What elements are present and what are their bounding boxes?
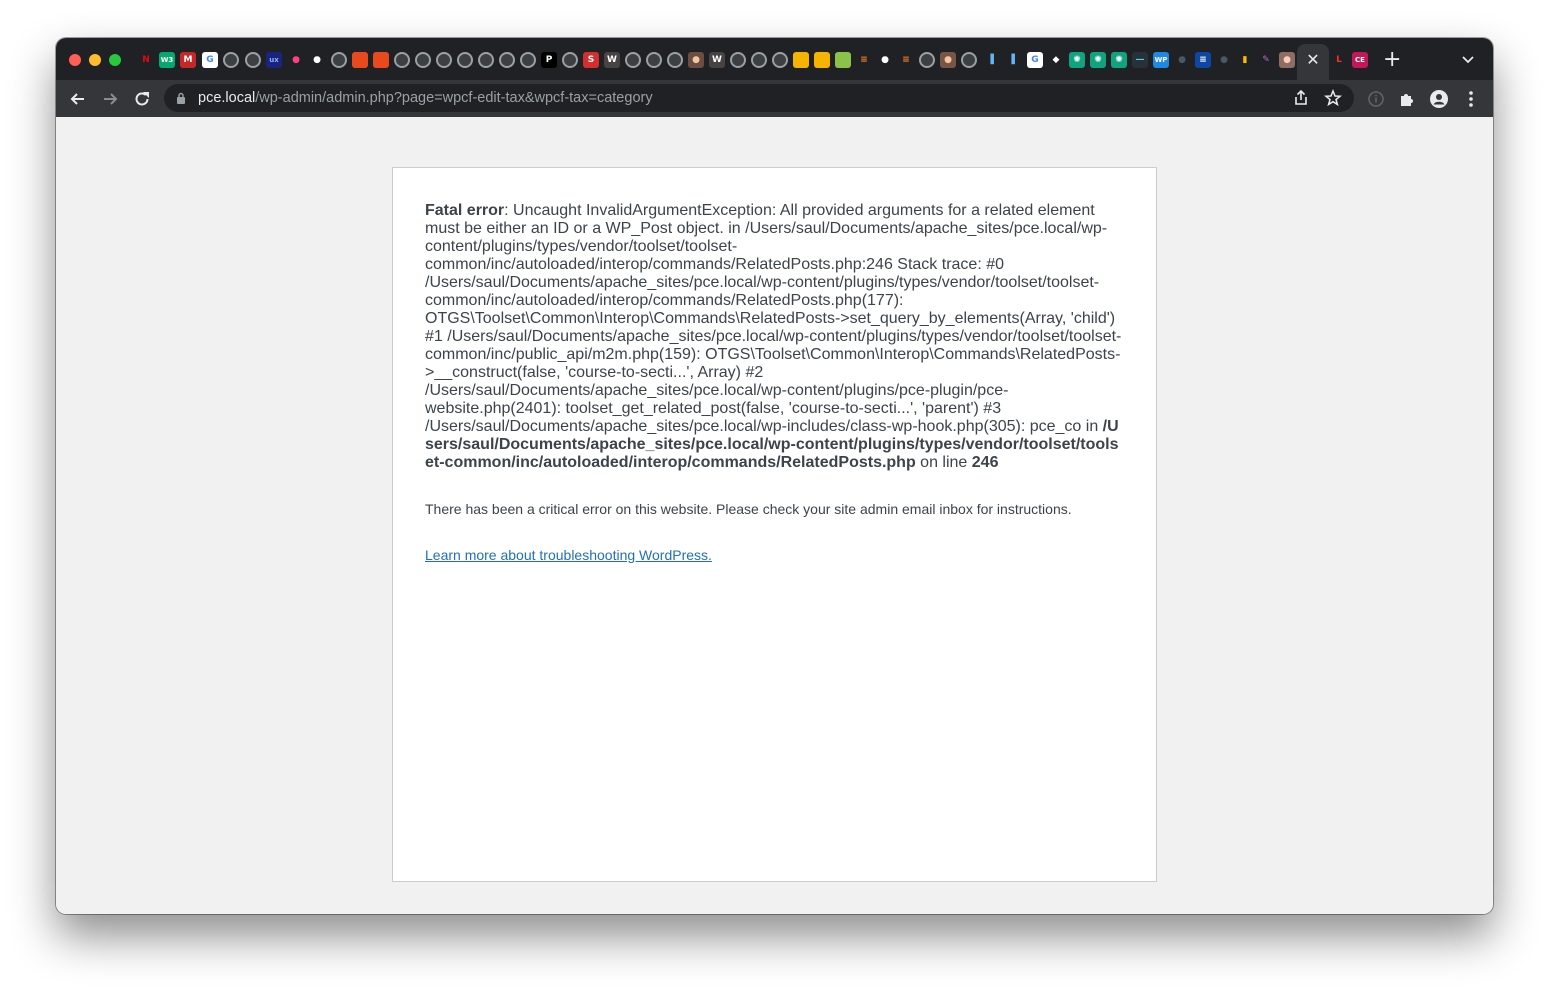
new-tab-button[interactable]: +	[1383, 49, 1401, 71]
bookmark-favicon[interactable]	[373, 52, 389, 68]
ce-favicon[interactable]: CE	[1352, 52, 1368, 68]
url-path: /wp-admin/admin.php?page=wpcf-edit-tax&w…	[255, 90, 653, 106]
address-bar[interactable]: pce.local/wp-admin/admin.php?page=wpcf-e…	[164, 84, 1354, 112]
pen-favicon[interactable]: ✎	[1258, 52, 1274, 68]
ux-favicon[interactable]: ux	[266, 52, 282, 68]
avatar-favicon[interactable]: ●	[688, 52, 704, 68]
p-favicon[interactable]: P	[541, 52, 557, 68]
google-favicon[interactable]: G	[1027, 52, 1043, 68]
dark-favicon[interactable]: ●	[1174, 52, 1190, 68]
tool-favicon[interactable]: —	[1132, 52, 1148, 68]
globe-favicon[interactable]	[646, 52, 662, 68]
globe-favicon[interactable]	[919, 52, 935, 68]
globe-favicon[interactable]	[223, 52, 239, 68]
stack-favicon[interactable]: ≡	[898, 52, 914, 68]
fatal-error-text: Fatal error: Uncaught InvalidArgumentExc…	[425, 202, 1127, 472]
close-tab-icon[interactable]: ✕	[1305, 52, 1321, 68]
error-content: Fatal error: Uncaught InvalidArgumentExc…	[425, 202, 1127, 565]
wordpress-favicon[interactable]: W	[604, 52, 620, 68]
globe-favicon[interactable]	[667, 52, 683, 68]
colorwheel-favicon[interactable]: ●	[288, 52, 304, 68]
netflix-favicon[interactable]: N	[138, 52, 154, 68]
info-extension-icon[interactable]	[1366, 89, 1386, 109]
chart-favicon[interactable]: ▮	[1237, 52, 1253, 68]
s-favicon[interactable]: S	[583, 52, 599, 68]
photo-favicon[interactable]: ●	[1279, 52, 1295, 68]
share-icon[interactable]	[1292, 89, 1310, 107]
globe-favicon[interactable]	[961, 52, 977, 68]
globe-favicon[interactable]	[245, 52, 261, 68]
page-viewport: Fatal error: Uncaught InvalidArgumentExc…	[56, 117, 1493, 914]
profile-icon[interactable]	[1429, 89, 1449, 109]
slides-favicon[interactable]	[814, 52, 830, 68]
on-line-text: on line	[915, 454, 972, 471]
tab-search-icon[interactable]	[1461, 54, 1475, 66]
bookmark-star-icon[interactable]	[1324, 89, 1342, 107]
reload-icon[interactable]	[132, 89, 152, 109]
openai-favicon[interactable]: ✺	[1111, 52, 1127, 68]
learn-more-link[interactable]: Learn more about troubleshooting WordPre…	[425, 545, 712, 565]
browser-toolbar: pce.local/wp-admin/admin.php?page=wpcf-e…	[56, 80, 1493, 117]
globe-favicon[interactable]	[772, 52, 788, 68]
wordpress-favicon[interactable]: W	[709, 52, 725, 68]
globe-favicon[interactable]	[331, 52, 347, 68]
avatar-favicon[interactable]: ●	[940, 52, 956, 68]
globe-favicon[interactable]	[457, 52, 473, 68]
map-favicon[interactable]	[835, 52, 851, 68]
slides-favicon[interactable]	[793, 52, 809, 68]
diamond-favicon[interactable]: ◆	[1048, 52, 1064, 68]
browser-window: N W3 M Gux ● ● P S W ● W ≡ ● ≡ ● ▌ ▌ G ◆ ✺ ✺ ✺ — WP ● ≡ ● ▮ ✎ ● L CE ✕ …	[56, 38, 1493, 914]
back-icon[interactable]	[68, 89, 88, 109]
panel-favicon[interactable]: ▌	[986, 52, 1002, 68]
url-text[interactable]: pce.local/wp-admin/admin.php?page=wpcf-e…	[198, 84, 653, 112]
critical-error-message: There has been a critical error on this …	[425, 501, 1072, 517]
globe-favicon[interactable]	[478, 52, 494, 68]
github-favicon[interactable]: ●	[877, 52, 893, 68]
extensions-puzzle-icon[interactable]	[1397, 89, 1417, 109]
globe-favicon[interactable]	[436, 52, 452, 68]
m-favicon[interactable]: M	[180, 52, 196, 68]
fatal-error-line-number: 246	[971, 454, 999, 471]
forward-icon[interactable]	[100, 89, 120, 109]
bookmark-favicon[interactable]	[352, 52, 368, 68]
globe-favicon[interactable]	[751, 52, 767, 68]
globe-favicon[interactable]	[730, 52, 746, 68]
openai-favicon[interactable]: ✺	[1069, 52, 1085, 68]
globe-favicon[interactable]	[562, 52, 578, 68]
window-maximize-button[interactable]	[109, 54, 121, 66]
wp-favicon[interactable]: WP	[1153, 52, 1169, 68]
menu-kebab-icon[interactable]	[1461, 89, 1481, 109]
wp-die-message-box: Fatal error: Uncaught InvalidArgumentExc…	[392, 167, 1157, 882]
window-minimize-button[interactable]	[89, 54, 101, 66]
globe-favicon[interactable]	[499, 52, 515, 68]
globe-favicon[interactable]	[415, 52, 431, 68]
fatal-error-message: : Uncaught InvalidArgumentException: All…	[425, 202, 1122, 435]
w3schools-favicon[interactable]: W3	[159, 52, 175, 68]
globe-favicon[interactable]	[394, 52, 410, 68]
globe-favicon[interactable]	[625, 52, 641, 68]
panel-favicon[interactable]: ▌	[1007, 52, 1023, 68]
editor-favicon[interactable]: ≡	[1195, 52, 1211, 68]
laravel-favicon[interactable]: L	[1331, 52, 1347, 68]
tab-strip: N W3 M Gux ● ● P S W ● W ≡ ● ≡ ● ▌ ▌ G ◆ ✺ ✺ ✺ — WP ● ≡ ● ▮ ✎ ● L CE ✕ …	[56, 38, 1493, 80]
stack-favicon[interactable]: ≡	[856, 52, 872, 68]
url-host: pce.local	[198, 90, 256, 106]
google-favicon[interactable]: G	[202, 52, 218, 68]
openai-favicon[interactable]: ✺	[1090, 52, 1106, 68]
dark-favicon[interactable]: ●	[1216, 52, 1232, 68]
lock-icon[interactable]	[176, 92, 186, 104]
github-favicon[interactable]: ●	[309, 52, 325, 68]
globe-favicon[interactable]	[520, 52, 536, 68]
window-close-button[interactable]	[69, 54, 81, 66]
fatal-error-label: Fatal error	[425, 202, 505, 219]
